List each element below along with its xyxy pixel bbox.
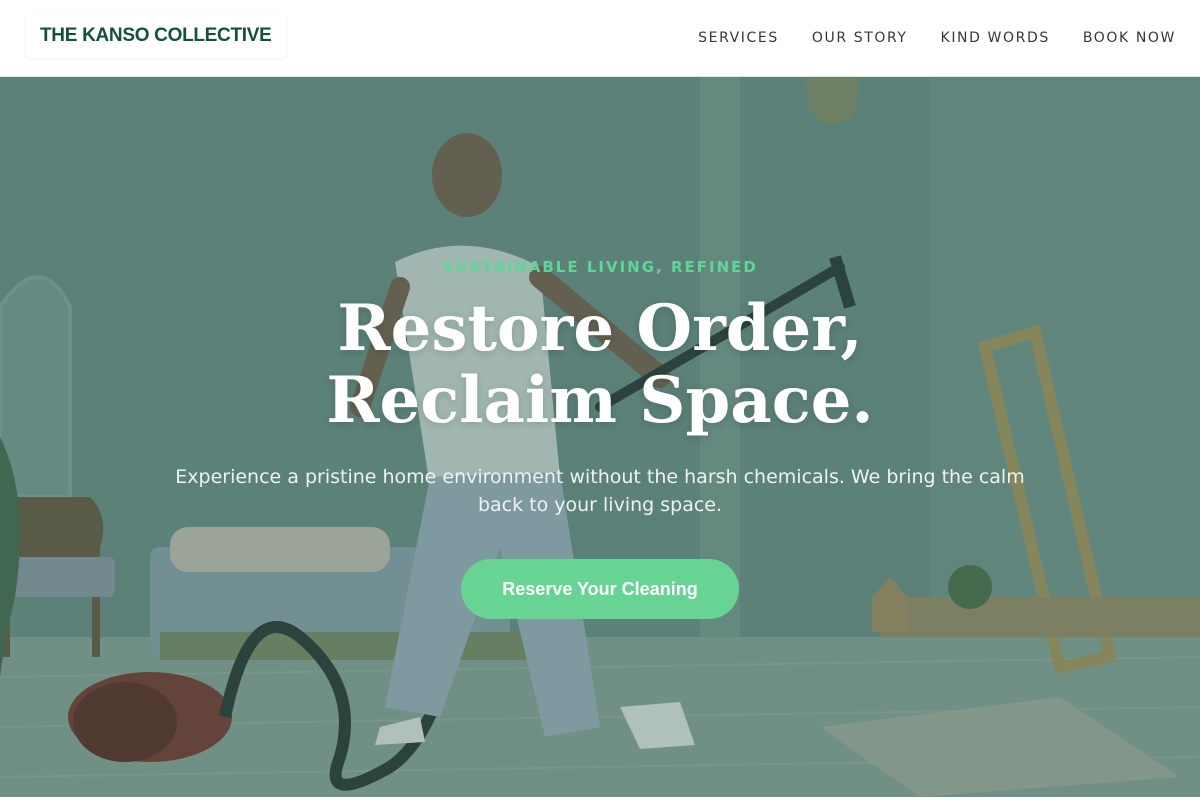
- site-header: THE KANSO COLLECTIVE SERVICES OUR STORY …: [0, 0, 1200, 77]
- hero-eyebrow: SUSTAINABLE LIVING, REFINED: [442, 258, 758, 276]
- hero-content: SUSTAINABLE LIVING, REFINED Restore Orde…: [0, 77, 1200, 797]
- hero-section: SUSTAINABLE LIVING, REFINED Restore Orde…: [0, 77, 1200, 797]
- reserve-cleaning-button[interactable]: Reserve Your Cleaning: [461, 559, 739, 619]
- nav-item-book-now[interactable]: BOOK NOW: [1083, 30, 1176, 46]
- nav-item-our-story[interactable]: OUR STORY: [812, 30, 908, 46]
- nav-item-services[interactable]: SERVICES: [698, 30, 779, 46]
- hero-subtext: Experience a pristine home environment w…: [175, 466, 1025, 516]
- hero-headline: Restore Order, Reclaim Space.: [326, 291, 874, 438]
- brand-logo[interactable]: THE KANSO COLLECTIVE: [26, 14, 286, 58]
- nav-item-kind-words[interactable]: KIND WORDS: [941, 30, 1050, 46]
- main-nav: SERVICES OUR STORY KIND WORDS BOOK NOW: [698, 30, 1176, 46]
